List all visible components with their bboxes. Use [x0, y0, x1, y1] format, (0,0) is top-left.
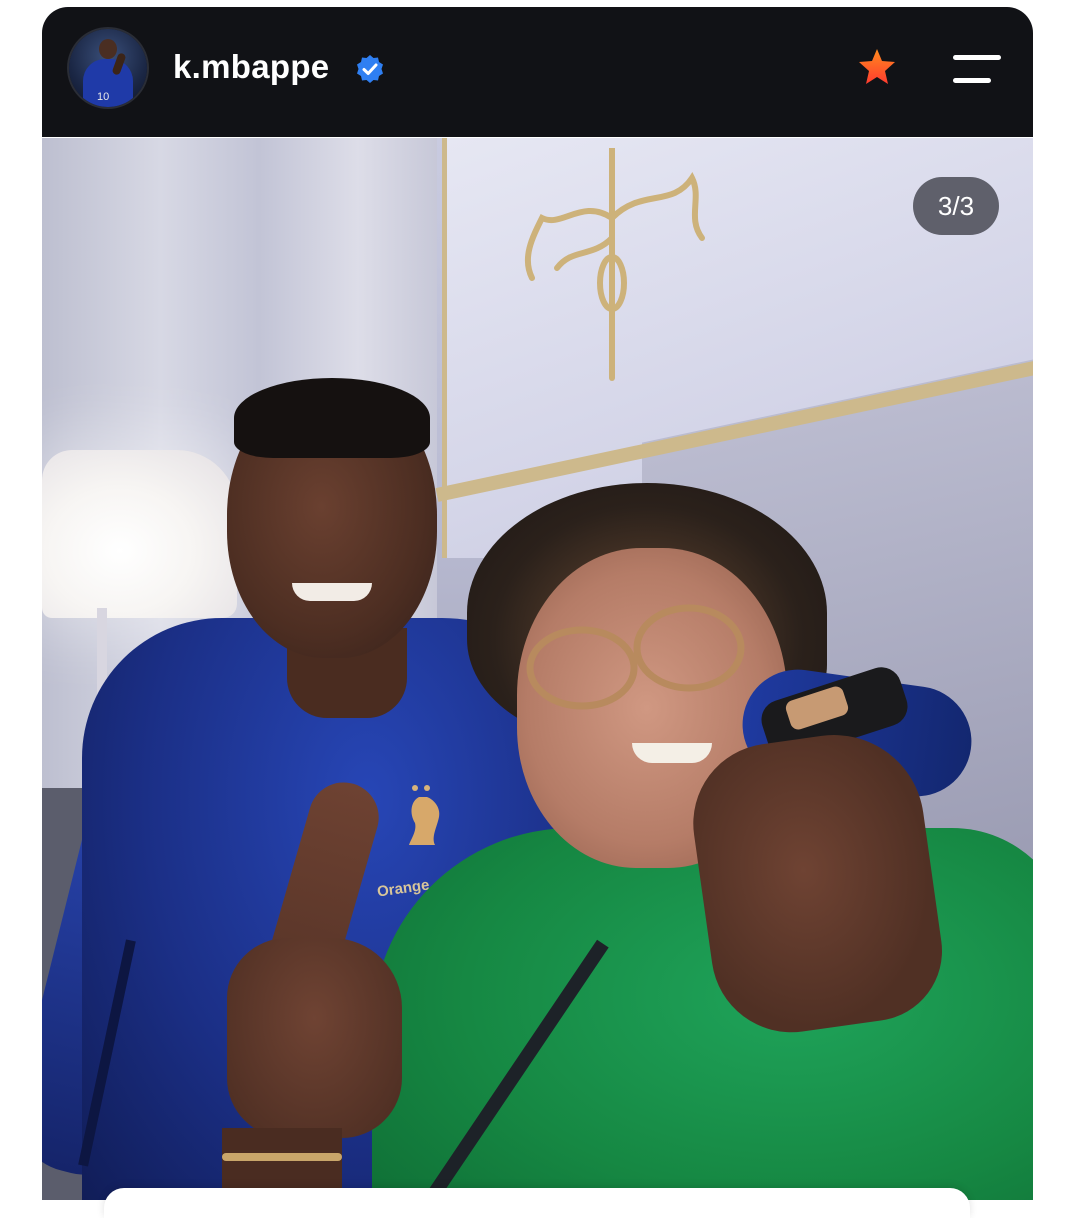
rooster-crest-icon — [409, 785, 440, 845]
avatar-jersey-number: 10 — [97, 91, 110, 103]
post-photo[interactable]: Orange 3/3 — [42, 138, 1033, 1200]
post-card: 10 k.mbappe Orange 3/3 — [42, 7, 1033, 1200]
bottom-sheet-edge — [104, 1188, 970, 1218]
username[interactable]: k.mbappe — [173, 47, 329, 87]
man-left-hand — [227, 938, 402, 1138]
profile-avatar[interactable]: 10 — [69, 29, 147, 107]
bracelet — [222, 1153, 342, 1161]
lamp-shade — [42, 450, 237, 618]
woman-smile — [632, 743, 712, 763]
star-icon[interactable] — [857, 47, 897, 87]
verified-badge-icon — [357, 55, 383, 83]
man-smile — [292, 583, 372, 601]
gold-ornament — [524, 148, 705, 381]
hamburger-menu-icon[interactable] — [949, 51, 1005, 87]
man-hair — [234, 378, 430, 458]
avatar-head — [99, 39, 117, 59]
post-header: 10 k.mbappe — [42, 7, 1033, 137]
image-counter-badge: 3/3 — [913, 177, 999, 235]
eyeglasses — [526, 604, 745, 710]
